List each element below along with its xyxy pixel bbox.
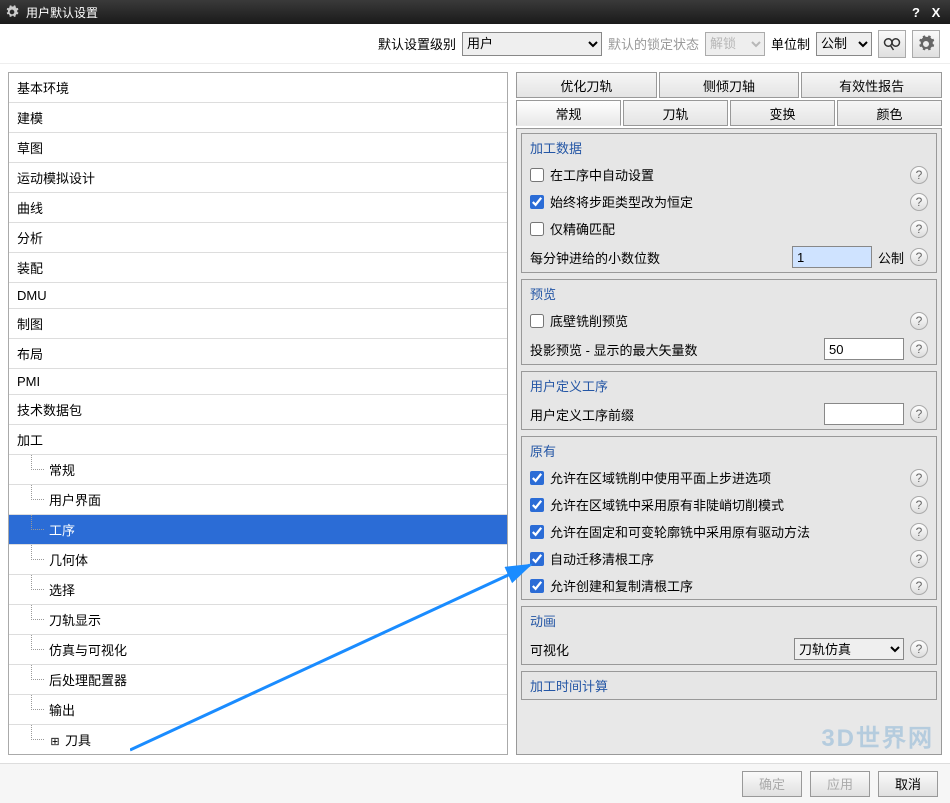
help-icon[interactable]: ? xyxy=(910,640,928,658)
tab-general[interactable]: 常规 xyxy=(516,100,621,126)
tree-item[interactable]: 基本环境 xyxy=(9,73,507,103)
tab-transform[interactable]: 变换 xyxy=(730,100,835,126)
help-icon[interactable]: ? xyxy=(910,577,928,595)
cb-exact-match[interactable] xyxy=(530,222,544,236)
level-select[interactable]: 用户 xyxy=(462,32,602,56)
cb-legacy-2[interactable] xyxy=(530,498,544,512)
tree-item[interactable]: 布局 xyxy=(9,339,507,369)
close-button[interactable]: X xyxy=(926,5,946,20)
tree-child[interactable]: 选择 xyxy=(9,575,507,605)
tab-optimize[interactable]: 优化刀轨 xyxy=(516,72,657,98)
help-icon[interactable]: ? xyxy=(910,469,928,487)
tree-item[interactable]: DMU xyxy=(9,283,507,309)
tree-panel[interactable]: 基本环境 建模 草图 运动模拟设计 曲线 分析 装配 DMU 制图 布局 PMI… xyxy=(8,72,508,755)
group-title: 加工时间计算 xyxy=(522,672,936,699)
settings-icon[interactable] xyxy=(912,30,940,58)
help-icon[interactable]: ? xyxy=(910,312,928,330)
tree-item[interactable]: 技术数据包 xyxy=(9,395,507,425)
help-icon[interactable]: ? xyxy=(910,550,928,568)
cb-legacy-4[interactable] xyxy=(530,552,544,566)
lock-select: 解锁 xyxy=(705,32,765,56)
ok-button: 确定 xyxy=(742,771,802,797)
group-time-calc: 加工时间计算 xyxy=(521,671,937,700)
help-icon[interactable]: ? xyxy=(910,405,928,423)
group-animation: 动画 可视化刀轨仿真? xyxy=(521,606,937,665)
group-preview: 预览 底壁铣削预览? 投影预览 - 显示的最大矢量数? xyxy=(521,279,937,365)
group-machining-data: 加工数据 在工序中自动设置? 始终将步距类型改为恒定? 仅精确匹配? 每分钟进给… xyxy=(521,133,937,273)
group-title: 用户定义工序 xyxy=(522,372,936,399)
help-icon[interactable]: ? xyxy=(910,523,928,541)
cancel-button[interactable]: 取消 xyxy=(878,771,938,797)
group-user-defined: 用户定义工序 用户定义工序前缀? xyxy=(521,371,937,430)
tree-item[interactable]: 装配 xyxy=(9,253,507,283)
input-max-vectors[interactable] xyxy=(824,338,904,360)
tree-child[interactable]: 仿真与可视化 xyxy=(9,635,507,665)
apply-button: 应用 xyxy=(810,771,870,797)
unit-select[interactable]: 公制 xyxy=(816,32,872,56)
tree-child[interactable]: 常规 xyxy=(9,455,507,485)
cb-legacy-3[interactable] xyxy=(530,525,544,539)
tree-child[interactable]: 用户界面 xyxy=(9,485,507,515)
group-title: 原有 xyxy=(522,437,936,464)
tree-item[interactable]: 曲线 xyxy=(9,193,507,223)
cb-legacy-5[interactable] xyxy=(530,579,544,593)
tree-child[interactable]: 输出 xyxy=(9,695,507,725)
tab-toolpath[interactable]: 刀轨 xyxy=(623,100,728,126)
tree-item[interactable]: 运动模拟设计 xyxy=(9,163,507,193)
help-icon[interactable]: ? xyxy=(910,496,928,514)
cb-legacy-1[interactable] xyxy=(530,471,544,485)
search-icon[interactable] xyxy=(878,30,906,58)
group-title: 加工数据 xyxy=(522,134,936,161)
tree-child[interactable]: ⊞刀具 xyxy=(9,725,507,755)
tree-child[interactable]: 刀轨显示 xyxy=(9,605,507,635)
help-icon[interactable]: ? xyxy=(910,248,928,266)
tree-item[interactable]: 制图 xyxy=(9,309,507,339)
select-visualization[interactable]: 刀轨仿真 xyxy=(794,638,904,660)
tree-item[interactable]: 草图 xyxy=(9,133,507,163)
tree-child[interactable]: 后处理配置器 xyxy=(9,665,507,695)
help-icon[interactable]: ? xyxy=(910,340,928,358)
toolbar: 默认设置级别 用户 默认的锁定状态 解锁 单位制 公制 xyxy=(0,24,950,64)
tab-tilt[interactable]: 侧倾刀轴 xyxy=(659,72,800,98)
tree-item[interactable]: 建模 xyxy=(9,103,507,133)
unit-label: 单位制 xyxy=(771,34,810,53)
help-icon[interactable]: ? xyxy=(910,193,928,211)
group-title: 动画 xyxy=(522,607,936,634)
right-panel: 优化刀轨 侧倾刀轴 有效性报告 常规 刀轨 变换 颜色 加工数据 在工序中自动设… xyxy=(516,72,942,755)
help-icon[interactable]: ? xyxy=(910,220,928,238)
cb-auto-set[interactable] xyxy=(530,168,544,182)
group-legacy: 原有 允许在区域铣削中使用平面上步进选项? 允许在区域铣中采用原有非陡峭切削模式… xyxy=(521,436,937,600)
help-icon[interactable]: ? xyxy=(910,166,928,184)
cb-floor-preview[interactable] xyxy=(530,314,544,328)
level-label: 默认设置级别 xyxy=(378,34,456,53)
tree-item[interactable]: PMI xyxy=(9,369,507,395)
tree-child[interactable]: 几何体 xyxy=(9,545,507,575)
tab-color[interactable]: 颜色 xyxy=(837,100,942,126)
input-prefix[interactable] xyxy=(824,403,904,425)
tree-item[interactable]: 分析 xyxy=(9,223,507,253)
gear-icon xyxy=(4,4,20,20)
tab-validity[interactable]: 有效性报告 xyxy=(801,72,942,98)
input-decimal-places[interactable] xyxy=(792,246,872,268)
help-button[interactable]: ? xyxy=(906,5,926,20)
titlebar: 用户默认设置 ? X xyxy=(0,0,950,24)
lock-label: 默认的锁定状态 xyxy=(608,34,699,53)
group-title: 预览 xyxy=(522,280,936,307)
tree-item[interactable]: 加工 xyxy=(9,425,507,455)
settings-scroll[interactable]: 加工数据 在工序中自动设置? 始终将步距类型改为恒定? 仅精确匹配? 每分钟进给… xyxy=(516,128,942,755)
footer: 确定 应用 取消 xyxy=(0,763,950,803)
tree-child-selected[interactable]: 工序 xyxy=(9,515,507,545)
expand-icon[interactable]: ⊞ xyxy=(49,735,61,748)
window-title: 用户默认设置 xyxy=(26,4,906,21)
cb-stepover-constant[interactable] xyxy=(530,195,544,209)
